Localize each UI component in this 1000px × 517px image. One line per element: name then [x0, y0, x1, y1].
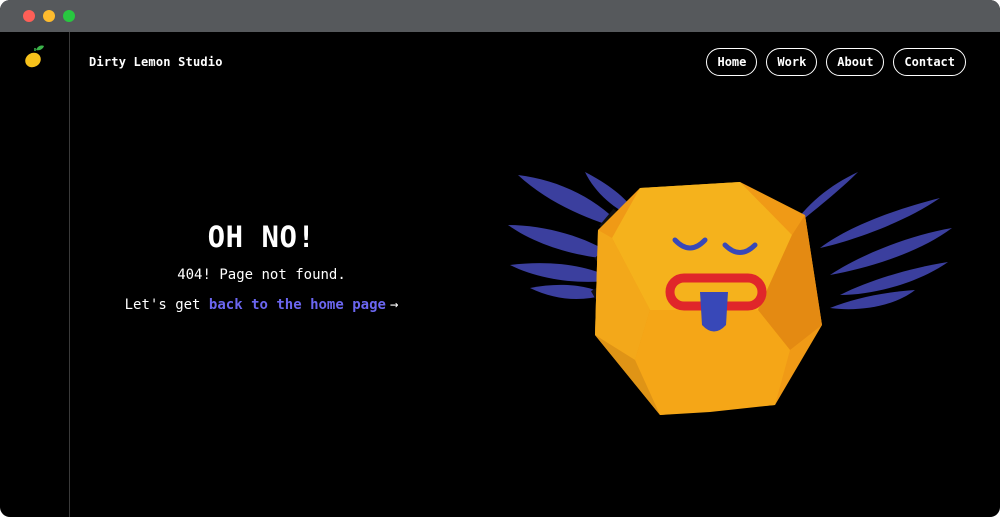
error-message: OH NO! 404! Page not found. Let's get ba…: [70, 220, 453, 313]
nav-home-button[interactable]: Home: [706, 48, 758, 76]
browser-window: Dirty Lemon Studio Home Work About Conta…: [0, 0, 1000, 517]
cta-prefix: Let's get: [124, 297, 209, 313]
error-title: OH NO!: [207, 220, 316, 254]
close-window-button[interactable]: [23, 10, 35, 22]
nav-contact-button[interactable]: Contact: [893, 48, 966, 76]
brand-name[interactable]: Dirty Lemon Studio: [89, 55, 223, 69]
home-page-link[interactable]: back to the home page: [209, 297, 386, 313]
home-cta: Let's get back to the home page →: [70, 297, 453, 313]
main-nav: Home Work About Contact: [706, 48, 966, 76]
lemon-icon[interactable]: [22, 42, 48, 70]
maximize-window-button[interactable]: [63, 10, 75, 22]
window-titlebar: [0, 0, 1000, 32]
error-subtitle: 404! Page not found.: [177, 267, 346, 283]
nav-work-button[interactable]: Work: [766, 48, 818, 76]
minimize-window-button[interactable]: [43, 10, 55, 22]
nav-about-button[interactable]: About: [826, 48, 885, 76]
arrow-right-icon: →: [389, 297, 399, 313]
paper-dodecahedron-mascot-icon: [508, 172, 952, 415]
